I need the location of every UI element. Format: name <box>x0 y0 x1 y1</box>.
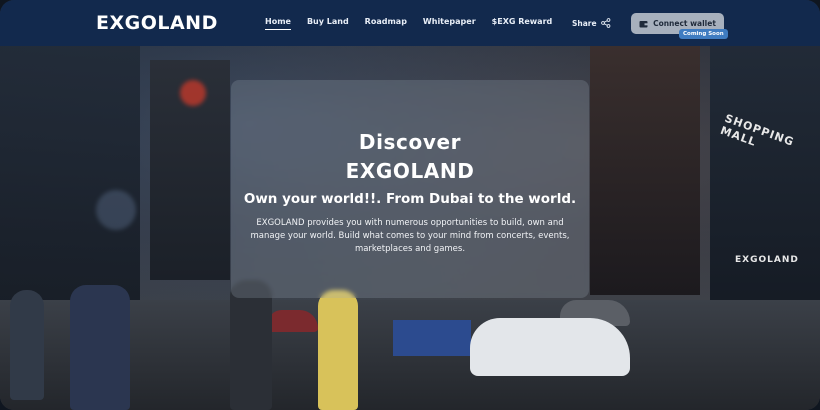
avatar-person <box>318 290 358 410</box>
coming-soon-badge: Coming Soon <box>679 29 728 39</box>
light-glow <box>96 190 136 230</box>
share-button[interactable]: Share <box>572 18 611 28</box>
nav-exg-reward[interactable]: $EXG Reward <box>492 17 553 30</box>
nav-roadmap[interactable]: Roadmap <box>365 17 407 30</box>
avatar-person <box>230 280 272 410</box>
red-car <box>268 310 318 332</box>
nav-whitepaper[interactable]: Whitepaper <box>423 17 476 30</box>
building-right-center <box>590 45 700 295</box>
top-nav-bar: EXGOLAND Home Buy Land Roadmap Whitepape… <box>0 0 820 46</box>
main-nav: Home Buy Land Roadmap Whitepaper $EXG Re… <box>265 17 552 30</box>
share-icon <box>600 18 610 28</box>
hero-description: EXGOLAND provides you with numerous oppo… <box>250 218 570 255</box>
nav-buy-land[interactable]: Buy Land <box>307 17 349 30</box>
exgoland-street-sign: EXGOLAND <box>735 255 799 265</box>
app-frame: SHOPPING MALL EXGOLAND EXGOLAND Home Buy… <box>0 0 820 410</box>
hero-subtitle: Own your world!!. From Dubai to the worl… <box>243 191 577 207</box>
hero-title-line2: EXGOLAND <box>345 159 475 183</box>
wallet-icon <box>639 20 648 27</box>
nav-home[interactable]: Home <box>265 17 291 30</box>
avatar-person <box>10 290 44 400</box>
building-left <box>0 40 140 300</box>
blue-bench <box>393 320 471 356</box>
share-label: Share <box>572 18 597 28</box>
neon-sign-glow <box>180 80 206 106</box>
building-right <box>710 40 820 310</box>
hero-title-line1: Discover <box>358 130 462 154</box>
white-sports-car <box>470 318 630 376</box>
connect-wallet-label: Connect wallet <box>653 19 716 28</box>
hero-card: Discover EXGOLAND Own your world!!. From… <box>231 80 589 298</box>
exgoland-logo[interactable]: EXGOLAND <box>96 12 218 34</box>
avatar-person <box>70 285 130 410</box>
